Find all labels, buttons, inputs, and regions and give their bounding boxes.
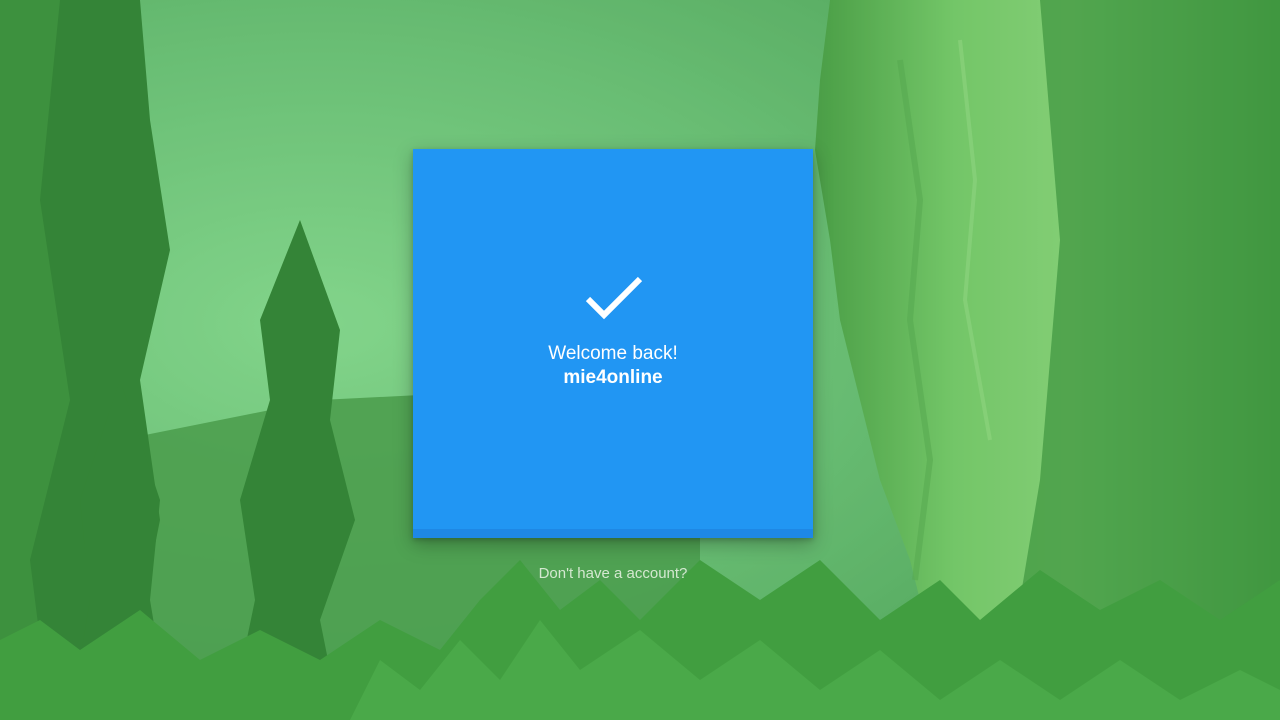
username-label: mie4online xyxy=(563,367,663,388)
welcome-message: Welcome back! xyxy=(548,343,678,364)
checkmark-icon xyxy=(585,276,643,320)
login-success-card: Welcome back! mie4online xyxy=(413,149,813,538)
signup-link[interactable]: Don't have a account? xyxy=(463,564,763,584)
card-footer-bar xyxy=(413,529,813,538)
